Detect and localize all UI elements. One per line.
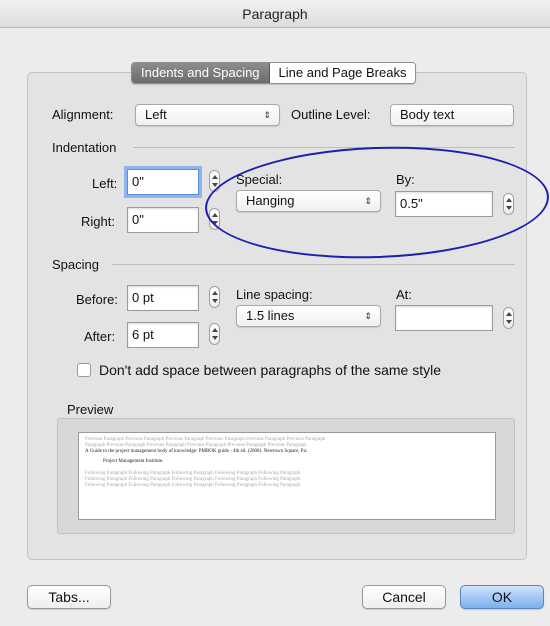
before-value: 0 pt <box>132 290 154 305</box>
tab-line-and-page-breaks[interactable]: Line and Page Breaks <box>269 63 416 83</box>
alignment-label: Alignment: <box>52 107 114 122</box>
alignment-select[interactable]: Left ⇕ <box>135 104 280 126</box>
spacing-divider <box>112 264 515 265</box>
at-field[interactable] <box>395 305 493 331</box>
preview-current-line: Project Management Institute. <box>103 458 164 464</box>
before-label: Before: <box>76 292 118 307</box>
dont-add-space-label: Don't add space between paragraphs of th… <box>99 362 441 378</box>
after-stepper[interactable] <box>209 323 220 345</box>
window-titlebar: Paragraph <box>0 0 550 28</box>
left-indent-label: Left: <box>92 176 118 191</box>
after-label: After: <box>84 329 116 344</box>
tab-bar: Indents and Spacing Line and Page Breaks <box>131 62 417 84</box>
alignment-value: Left <box>145 107 167 122</box>
right-indent-field[interactable]: 0" <box>127 207 199 233</box>
tab-indents-and-spacing[interactable]: Indents and Spacing <box>132 63 270 83</box>
after-value: 6 pt <box>132 327 154 342</box>
right-indent-value: 0" <box>132 212 144 227</box>
preview-heading: Preview <box>67 402 114 417</box>
outline-level-value: Body text <box>400 107 455 122</box>
dont-add-space-checkbox[interactable] <box>77 363 91 377</box>
right-indent-label: Right: <box>81 214 115 229</box>
ok-button[interactable]: OK <box>460 585 544 609</box>
spacing-heading: Spacing <box>52 257 99 272</box>
cancel-button[interactable]: Cancel <box>362 585 446 609</box>
line-spacing-value: 1.5 lines <box>246 308 295 323</box>
after-field[interactable]: 6 pt <box>127 322 199 348</box>
at-label: At: <box>396 287 412 302</box>
line-spacing-select[interactable]: 1.5 lines ⇕ <box>236 305 381 327</box>
before-field[interactable]: 0 pt <box>127 285 199 311</box>
tabs-button[interactable]: Tabs... <box>27 585 111 609</box>
line-spacing-label: Line spacing: <box>236 287 313 302</box>
before-stepper[interactable] <box>209 286 220 308</box>
at-stepper[interactable] <box>503 307 514 329</box>
outline-level-select[interactable]: Body text <box>390 104 514 126</box>
preview-following-line: Following Paragraph Following Paragraph … <box>85 483 301 489</box>
up-down-chevron-icon: ⇕ <box>263 110 271 120</box>
indentation-heading: Indentation <box>52 140 117 155</box>
left-indent-value: 0" <box>132 174 144 189</box>
window-title: Paragraph <box>242 6 308 22</box>
outline-level-label: Outline Level: <box>291 107 371 122</box>
preview-page: Previous Paragraph Previous Paragraph Pr… <box>78 432 496 520</box>
left-indent-field[interactable]: 0" <box>127 169 199 195</box>
indentation-divider <box>133 147 515 148</box>
up-down-chevron-icon: ⇕ <box>364 311 372 321</box>
preview-current-line: A Guide to the project management body o… <box>85 449 308 455</box>
